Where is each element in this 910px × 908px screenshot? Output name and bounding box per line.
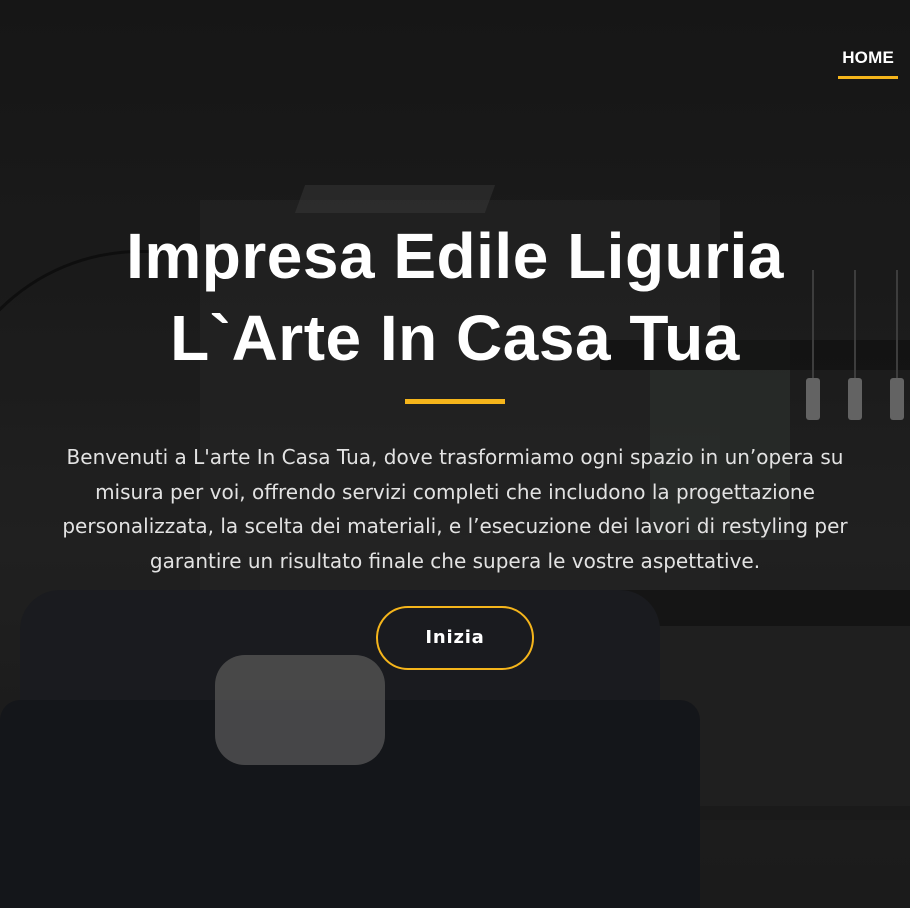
nav-link-home[interactable]: HOME — [838, 44, 898, 79]
start-button[interactable]: Inizia — [376, 606, 534, 670]
hero-content: Impresa Edile Liguria L`Arte In Casa Tua… — [0, 215, 910, 670]
main-nav: HOME — [838, 44, 898, 79]
hero-section: HOME Impresa Edile Liguria L`Arte In Cas… — [0, 0, 910, 908]
hero-title-line-2: L`Arte In Casa Tua — [170, 302, 740, 374]
title-divider — [405, 399, 505, 404]
hero-description: Benvenuti a L'arte In Casa Tua, dove tra… — [62, 445, 848, 573]
hero-title: Impresa Edile Liguria L`Arte In Casa Tua — [55, 215, 855, 379]
hero-title-line-1: Impresa Edile Liguria — [126, 220, 784, 292]
